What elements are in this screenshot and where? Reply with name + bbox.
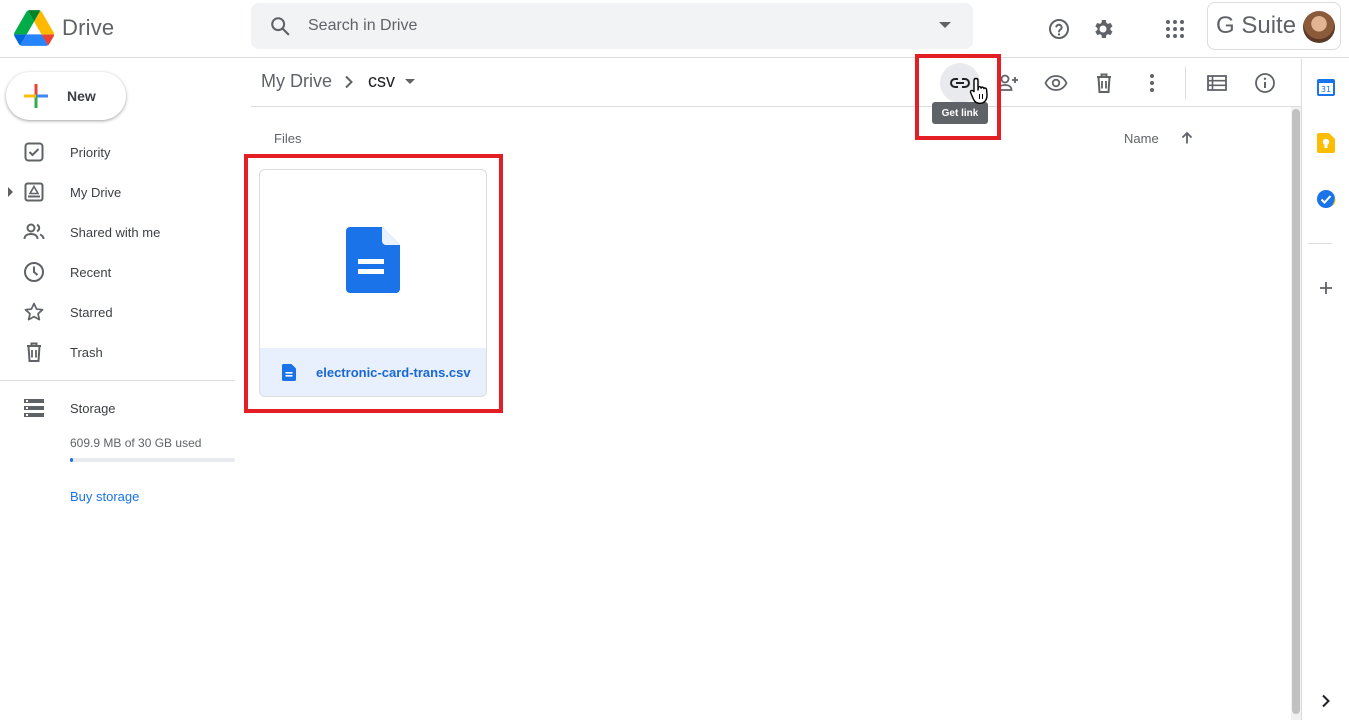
storage-used-text: 609.9 MB of 30 GB used [70, 436, 202, 450]
svg-text:31: 31 [1321, 85, 1331, 94]
expand-arrow-icon[interactable] [8, 187, 13, 197]
shared-people-icon [22, 220, 46, 244]
breadcrumb: My Drive csv [261, 71, 415, 92]
keep-icon[interactable] [1316, 133, 1336, 153]
vertical-scrollbar[interactable] [1291, 107, 1301, 720]
new-button-label: New [67, 88, 96, 104]
preview-button[interactable] [1036, 63, 1076, 103]
sidebar-item-trash[interactable]: Trash [0, 332, 235, 372]
file-thumbnail [260, 170, 486, 349]
side-panel: 31 [1301, 59, 1349, 720]
priority-check-icon [22, 140, 46, 164]
trash-icon [22, 340, 46, 364]
apps-button[interactable] [1155, 9, 1195, 49]
chevron-right-icon[interactable] [1316, 691, 1336, 711]
drive-logo-icon [14, 10, 54, 46]
add-addon-icon[interactable] [1316, 278, 1336, 298]
info-icon [1255, 73, 1275, 93]
more-actions-button[interactable] [1132, 63, 1172, 103]
search-icon[interactable] [268, 14, 292, 38]
buy-storage-link[interactable]: Buy storage [70, 489, 235, 504]
search-input[interactable] [308, 17, 908, 35]
top-header: Drive G Suite [0, 0, 1349, 58]
folder-toolbar: My Drive csv [251, 59, 1301, 107]
arrow-up-icon [1181, 131, 1193, 144]
help-icon [1049, 19, 1069, 39]
breadcrumb-current-folder[interactable]: csv [368, 71, 395, 92]
more-vert-icon [1150, 74, 1154, 92]
sort-by-name-button[interactable]: Name [1124, 131, 1159, 146]
files-section-label: Files [274, 131, 302, 146]
sidebar-item-label: Priority [70, 144, 111, 160]
sidebar-item-label: Recent [70, 264, 112, 280]
list-view-button[interactable] [1197, 63, 1237, 103]
storage-icon [22, 396, 46, 420]
gsuite-label: G Suite [1216, 12, 1297, 39]
toolbar-divider [1185, 67, 1186, 99]
file-name-bar[interactable]: electronic-card-trans.csv [260, 348, 486, 396]
gear-icon [1095, 20, 1113, 38]
account-switcher[interactable]: G Suite [1207, 2, 1341, 50]
doc-icon [346, 226, 400, 293]
file-name: electronic-card-trans.csv [316, 364, 471, 380]
sidebar-item-recent[interactable]: Recent [0, 252, 235, 292]
list-view-icon [1207, 75, 1227, 91]
avatar[interactable] [1303, 11, 1335, 43]
folder-menu-dropdown-icon[interactable] [405, 79, 415, 84]
breadcrumb-root[interactable]: My Drive [261, 71, 332, 92]
storage-label: Storage [70, 400, 116, 416]
chevron-right-icon [344, 75, 354, 89]
remove-button[interactable] [1084, 63, 1124, 103]
help-button[interactable] [1039, 9, 1079, 49]
star-icon [22, 300, 46, 324]
get-link-highlight-box [915, 54, 1001, 140]
apps-grid-icon [1166, 20, 1184, 38]
search-bar[interactable] [251, 3, 973, 49]
side-panel-divider [1308, 243, 1332, 244]
sidebar-item-label: Trash [70, 344, 103, 360]
sidebar-item-label: Shared with me [70, 224, 161, 240]
drive-logo[interactable]: Drive [14, 8, 114, 48]
search-options-dropdown-icon[interactable] [939, 22, 951, 28]
sidebar-divider [0, 380, 235, 381]
trash-icon [1097, 73, 1111, 93]
storage-progress-fill [70, 458, 74, 462]
app-name: Drive [62, 15, 115, 40]
settings-button[interactable] [1083, 9, 1123, 49]
eye-icon [1044, 75, 1068, 91]
scrollbar-thumb[interactable] [1292, 109, 1300, 714]
tasks-icon[interactable] [1316, 189, 1336, 209]
storage-section: Storage 609.9 MB of 30 GB used Buy stora… [0, 396, 235, 504]
sidebar-nav: Priority My Drive Shared with me Recent … [0, 132, 235, 372]
sidebar-item-label: Starred [70, 304, 113, 320]
sort-direction-button[interactable] [1177, 128, 1197, 148]
view-details-button[interactable] [1245, 63, 1285, 103]
calendar-icon[interactable]: 31 [1316, 77, 1336, 97]
doc-icon [280, 363, 298, 381]
file-card[interactable]: electronic-card-trans.csv [259, 169, 487, 397]
storage-progress-bar [70, 458, 235, 462]
my-drive-icon [22, 180, 46, 204]
new-button[interactable]: New [6, 72, 126, 120]
sidebar-item-priority[interactable]: Priority [0, 132, 235, 172]
sidebar-item-starred[interactable]: Starred [0, 292, 235, 332]
sidebar-item-storage[interactable]: Storage [0, 396, 235, 420]
sidebar-item-shared-with-me[interactable]: Shared with me [0, 212, 235, 252]
sidebar-item-my-drive[interactable]: My Drive [0, 172, 235, 212]
clock-icon [22, 260, 46, 284]
sidebar-item-label: My Drive [70, 184, 122, 200]
plus-icon [24, 84, 48, 108]
